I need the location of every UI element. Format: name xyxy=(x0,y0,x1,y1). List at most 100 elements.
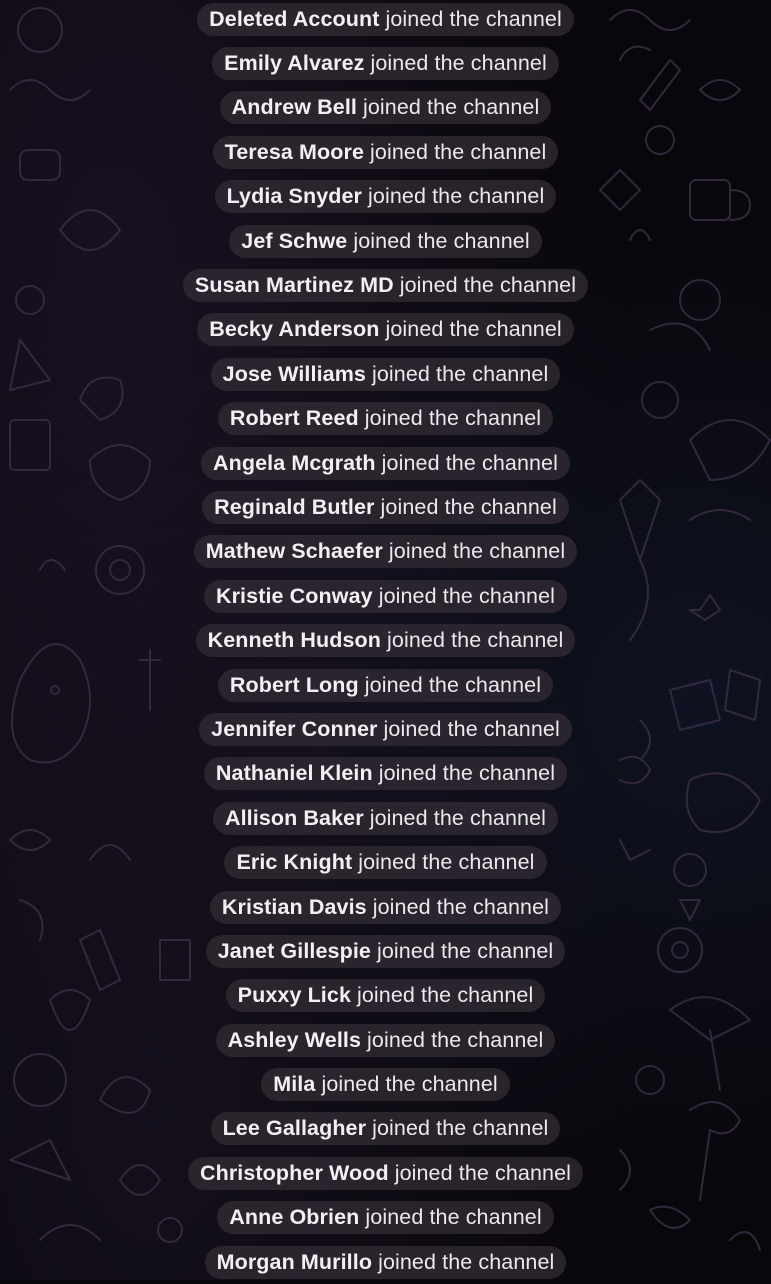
join-notice[interactable]: Deleted Account joined the channel xyxy=(197,2,574,36)
join-notice[interactable]: Lee Gallagher joined the channel xyxy=(210,1112,561,1146)
join-notice[interactable]: Andrew Bell joined the channel xyxy=(219,91,552,125)
join-action-text: joined the channel xyxy=(399,273,577,298)
user-name[interactable]: Robert Reed xyxy=(230,402,359,435)
join-notice[interactable]: Eric Knight joined the channel xyxy=(224,846,547,880)
user-name[interactable]: Nathaniel Klein xyxy=(216,757,373,790)
join-notice[interactable]: Mila joined the channel xyxy=(261,1068,510,1102)
join-notice[interactable]: Allison Baker joined the channel xyxy=(212,801,559,835)
service-message-row: Mathew Schaefer joined the channel xyxy=(0,530,771,574)
user-name[interactable]: Teresa Moore xyxy=(225,136,364,169)
join-action-text: joined the channel xyxy=(357,983,534,1008)
user-name[interactable]: Kenneth Hudson xyxy=(208,624,381,657)
user-name[interactable]: Becky Anderson xyxy=(209,313,379,346)
user-name[interactable]: Robert Long xyxy=(230,669,359,702)
service-message-row: Allison Baker joined the channel xyxy=(0,796,771,840)
user-name[interactable]: Deleted Account xyxy=(209,3,379,36)
join-action-text: joined the channel xyxy=(388,539,566,564)
user-name[interactable]: Kristie Conway xyxy=(216,580,373,613)
join-action-text: joined the channel xyxy=(376,938,554,963)
join-notice[interactable]: Kenneth Hudson joined the channel xyxy=(195,624,576,658)
join-notice[interactable]: Jennifer Conner joined the channel xyxy=(199,712,572,746)
service-message-row: Jef Schwe joined the channel xyxy=(0,219,771,263)
service-message-row: Teresa Moore joined the channel xyxy=(0,130,771,174)
user-name[interactable]: Lee Gallagher xyxy=(223,1112,367,1145)
service-message-row: Emily Alvarez joined the channel xyxy=(0,41,771,85)
user-name[interactable]: Andrew Bell xyxy=(232,91,357,124)
join-action-text: joined the channel xyxy=(383,716,560,741)
user-name[interactable]: Jennifer Conner xyxy=(211,713,377,746)
join-action-text: joined the channel xyxy=(370,139,547,164)
join-action-text: joined the channel xyxy=(394,1160,572,1185)
join-notice[interactable]: Kristie Conway joined the channel xyxy=(203,579,568,613)
service-message-row: Christopher Wood joined the channel xyxy=(0,1151,771,1195)
join-notice[interactable]: Ashley Wells joined the channel xyxy=(215,1023,556,1057)
join-notice[interactable]: Robert Reed joined the channel xyxy=(217,402,554,436)
join-notice[interactable]: Robert Long joined the channel xyxy=(217,668,554,702)
join-action-text: joined the channel xyxy=(385,317,562,342)
service-message-row: Kenneth Hudson joined the channel xyxy=(0,618,771,662)
user-name[interactable]: Eric Knight xyxy=(236,846,352,879)
join-action-text: joined the channel xyxy=(385,6,562,31)
join-notice[interactable]: Jose Williams joined the channel xyxy=(210,357,561,391)
user-name[interactable]: Lydia Snyder xyxy=(227,180,362,213)
join-notice[interactable]: Teresa Moore joined the channel xyxy=(212,135,559,169)
user-name[interactable]: Puxxy Lick xyxy=(238,979,351,1012)
join-notice[interactable]: Becky Anderson joined the channel xyxy=(197,313,574,347)
join-notice[interactable]: Janet Gillespie joined the channel xyxy=(205,934,566,968)
join-action-text: joined the channel xyxy=(364,672,542,697)
join-action-text: joined the channel xyxy=(353,228,530,253)
join-notice[interactable]: Emily Alvarez joined the channel xyxy=(212,47,559,81)
service-message-row: Reginald Butler joined the channel xyxy=(0,485,771,529)
user-name[interactable]: Jose Williams xyxy=(223,358,366,391)
join-notice[interactable]: Jef Schwe joined the channel xyxy=(229,224,542,258)
join-notice[interactable]: Christopher Wood joined the channel xyxy=(187,1156,584,1190)
user-name[interactable]: Emily Alvarez xyxy=(224,47,364,80)
service-message-row: Susan Martinez MD joined the channel xyxy=(0,263,771,307)
join-notice[interactable]: Morgan Murillo joined the channel xyxy=(204,1245,567,1279)
service-message-row: Andrew Bell joined the channel xyxy=(0,86,771,130)
user-name[interactable]: Anne Obrien xyxy=(229,1201,359,1234)
join-action-text: joined the channel xyxy=(365,1205,542,1230)
join-notice[interactable]: Susan Martinez MD joined the channel xyxy=(182,269,589,303)
user-name[interactable]: Ashley Wells xyxy=(228,1024,361,1057)
join-action-text: joined the channel xyxy=(378,583,556,608)
join-notice[interactable]: Anne Obrien joined the channel xyxy=(217,1201,554,1235)
user-name[interactable]: Reginald Butler xyxy=(214,491,374,524)
service-message-row: Ashley Wells joined the channel xyxy=(0,1018,771,1062)
service-message-row: Morgan Murillo joined the channel xyxy=(0,1240,771,1284)
join-notice[interactable]: Lydia Snyder joined the channel xyxy=(214,180,557,214)
user-name[interactable]: Morgan Murillo xyxy=(217,1246,372,1279)
join-action-text: joined the channel xyxy=(321,1072,498,1097)
service-message-row: Angela Mcgrath joined the channel xyxy=(0,441,771,485)
user-name[interactable]: Susan Martinez MD xyxy=(195,269,394,302)
join-notice[interactable]: Mathew Schaefer joined the channel xyxy=(193,535,578,569)
user-name[interactable]: Kristian Davis xyxy=(222,891,367,924)
join-notice[interactable]: Kristian Davis joined the channel xyxy=(209,890,562,924)
join-action-text: joined the channel xyxy=(363,95,540,120)
service-message-row: Janet Gillespie joined the channel xyxy=(0,929,771,973)
join-action-text: joined the channel xyxy=(370,51,547,76)
user-name[interactable]: Christopher Wood xyxy=(200,1157,389,1190)
join-notice[interactable]: Angela Mcgrath joined the channel xyxy=(200,446,570,480)
join-notice[interactable]: Reginald Butler joined the channel xyxy=(202,490,569,524)
service-message-row: Robert Long joined the channel xyxy=(0,663,771,707)
join-notice[interactable]: Puxxy Lick joined the channel xyxy=(225,979,546,1013)
service-message-row: Deleted Account joined the channel xyxy=(0,0,771,41)
join-action-text: joined the channel xyxy=(364,406,542,431)
join-action-text: joined the channel xyxy=(371,361,549,386)
service-message-row: Kristie Conway joined the channel xyxy=(0,574,771,618)
user-name[interactable]: Jef Schwe xyxy=(241,225,347,258)
service-message-row: Puxxy Lick joined the channel xyxy=(0,974,771,1018)
service-message-row: Nathaniel Klein joined the channel xyxy=(0,752,771,796)
join-notice[interactable]: Nathaniel Klein joined the channel xyxy=(203,757,568,791)
join-action-text: joined the channel xyxy=(387,628,564,653)
user-name[interactable]: Angela Mcgrath xyxy=(213,447,376,480)
join-action-text: joined the channel xyxy=(372,1116,549,1141)
user-name[interactable]: Mathew Schaefer xyxy=(206,535,383,568)
join-action-text: joined the channel xyxy=(369,805,547,830)
user-name[interactable]: Mila xyxy=(273,1068,315,1101)
join-action-text: joined the channel xyxy=(358,850,535,875)
join-action-text: joined the channel xyxy=(378,761,556,786)
user-name[interactable]: Allison Baker xyxy=(225,802,364,835)
user-name[interactable]: Janet Gillespie xyxy=(218,935,371,968)
